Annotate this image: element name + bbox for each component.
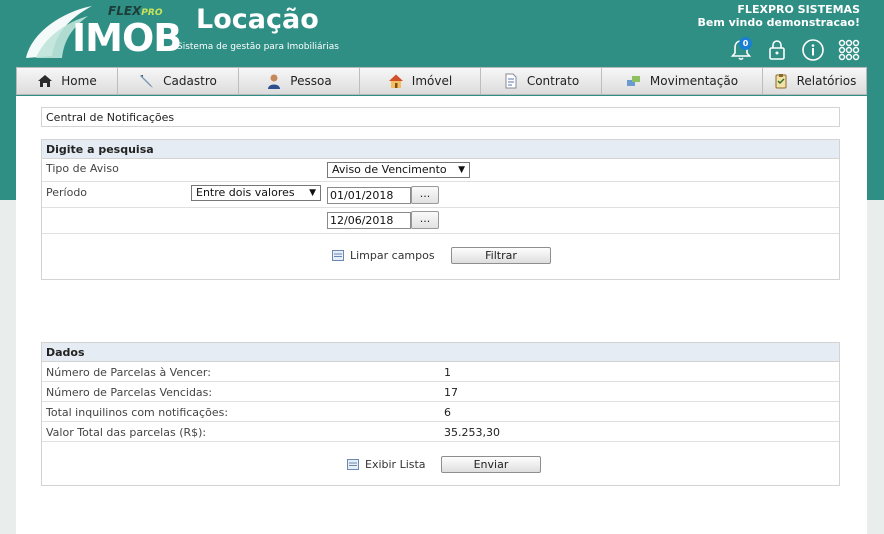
dados-row: Valor Total das parcelas (R$): 35.253,30 (42, 422, 839, 442)
date-start-input[interactable]: 01/01/2018 (327, 187, 411, 204)
dados-row-label: Número de Parcelas à Vencer: (46, 366, 211, 379)
list-icon (347, 459, 359, 470)
document-icon (505, 73, 517, 89)
nav-contrato[interactable]: Contrato (481, 68, 602, 94)
nav-imovel-label: Imóvel (411, 74, 453, 88)
nav-pessoa-label: Pessoa (290, 74, 332, 88)
dados-row-value: 6 (444, 406, 451, 419)
main-nav: Home Cadastro Pessoa Imóvel Contrato Mov… (16, 67, 867, 95)
lock-button[interactable] (764, 37, 790, 63)
tipo-label: Tipo de Aviso (46, 162, 119, 175)
dados-panel: Dados Número de Parcelas à Vencer: 1 Núm… (41, 342, 840, 486)
notification-count-badge: 0 (739, 37, 752, 50)
transfer-icon (626, 76, 640, 86)
dados-row-value: 35.253,30 (444, 426, 500, 439)
page-title-box: Central de Notificações (41, 107, 840, 127)
logo-flex-text: FLEXPRO (108, 4, 163, 18)
house-icon (388, 74, 403, 88)
apps-button[interactable] (836, 37, 862, 63)
dados-row-value: 17 (444, 386, 458, 399)
nav-relatorios[interactable]: Relatórios (763, 68, 866, 94)
date-end-row: 12/06/2018 ... (42, 208, 839, 234)
date-end-picker-button[interactable]: ... (411, 211, 439, 229)
nav-cadastro[interactable]: Cadastro (118, 68, 239, 94)
search-actions: Limpar campos Filtrar (42, 234, 839, 278)
nav-pessoa[interactable]: Pessoa (239, 68, 360, 94)
page-title: Central de Notificações (46, 111, 175, 124)
company-info: FLEXPRO SISTEMAS Bem vindo demonstracao! (697, 3, 860, 29)
company-name: FLEXPRO SISTEMAS (737, 3, 860, 16)
periodo-mode-select[interactable]: Entre dois valores ▼ (191, 185, 321, 201)
welcome-text: Bem vindo demonstracao! (697, 16, 860, 29)
periodo-mode-value: Entre dois valores (196, 186, 295, 199)
nav-cadastro-label: Cadastro (163, 74, 217, 88)
nav-contrato-label: Contrato (526, 74, 580, 88)
header-icons: 0 (728, 36, 862, 64)
search-panel: Digite a pesquisa Tipo de Aviso Aviso de… (41, 139, 840, 280)
logo-imob-text: IMOB (72, 16, 182, 60)
info-button[interactable] (800, 37, 826, 63)
tipo-row: Tipo de Aviso Aviso de Vencimento ▼ (42, 159, 839, 182)
nav-imovel[interactable]: Imóvel (360, 68, 481, 94)
filter-button[interactable]: Filtrar (451, 247, 551, 264)
nav-movimentacao[interactable]: Movimentação (602, 68, 763, 94)
product-name: Locação (196, 4, 319, 35)
dados-actions: Exibir Lista Enviar (42, 442, 839, 485)
nav-home[interactable]: Home (17, 68, 118, 94)
chevron-down-icon: ▼ (458, 165, 465, 175)
nav-relatorios-label: Relatórios (796, 74, 857, 88)
date-end-input[interactable]: 12/06/2018 (327, 212, 411, 229)
chevron-down-icon: ▼ (309, 188, 316, 198)
lock-icon (769, 40, 785, 60)
product-tagline: Sistema de gestão para Imobiliárias (177, 42, 339, 52)
notifications-button[interactable]: 0 (728, 37, 754, 63)
clipboard-icon (775, 74, 787, 89)
periodo-row: Período Entre dois valores ▼ 01/01/2018 … (42, 182, 839, 208)
grid-icon (838, 39, 860, 61)
dados-heading: Dados (42, 343, 839, 362)
dados-row: Total inquilinos com notificações: 6 (42, 402, 839, 422)
nav-movimentacao-label: Movimentação (649, 74, 739, 88)
show-list-link[interactable]: Exibir Lista (365, 458, 426, 471)
person-icon (268, 74, 281, 89)
pen-icon (140, 75, 154, 88)
dados-row-label: Número de Parcelas Vencidas: (46, 386, 213, 399)
dados-row: Número de Parcelas à Vencer: 1 (42, 362, 839, 382)
dados-row-value: 1 (444, 366, 451, 379)
send-button[interactable]: Enviar (441, 456, 541, 473)
home-icon (38, 75, 53, 87)
eraser-icon (332, 250, 344, 261)
tipo-aviso-select[interactable]: Aviso de Vencimento ▼ (327, 162, 470, 178)
dados-row-label: Valor Total das parcelas (R$): (46, 426, 207, 439)
dados-row-label: Total inquilinos com notificações: (46, 406, 229, 419)
dados-row: Número de Parcelas Vencidas: 17 (42, 382, 839, 402)
info-icon (802, 39, 824, 61)
date-start-picker-button[interactable]: ... (411, 186, 439, 204)
tipo-aviso-value: Aviso de Vencimento (332, 163, 447, 176)
search-heading: Digite a pesquisa (42, 140, 839, 159)
periodo-label: Período (46, 186, 88, 199)
nav-home-label: Home (61, 74, 97, 88)
main-content: Central de Notificações Digite a pesquis… (16, 96, 867, 534)
clear-fields-link[interactable]: Limpar campos (350, 249, 435, 262)
